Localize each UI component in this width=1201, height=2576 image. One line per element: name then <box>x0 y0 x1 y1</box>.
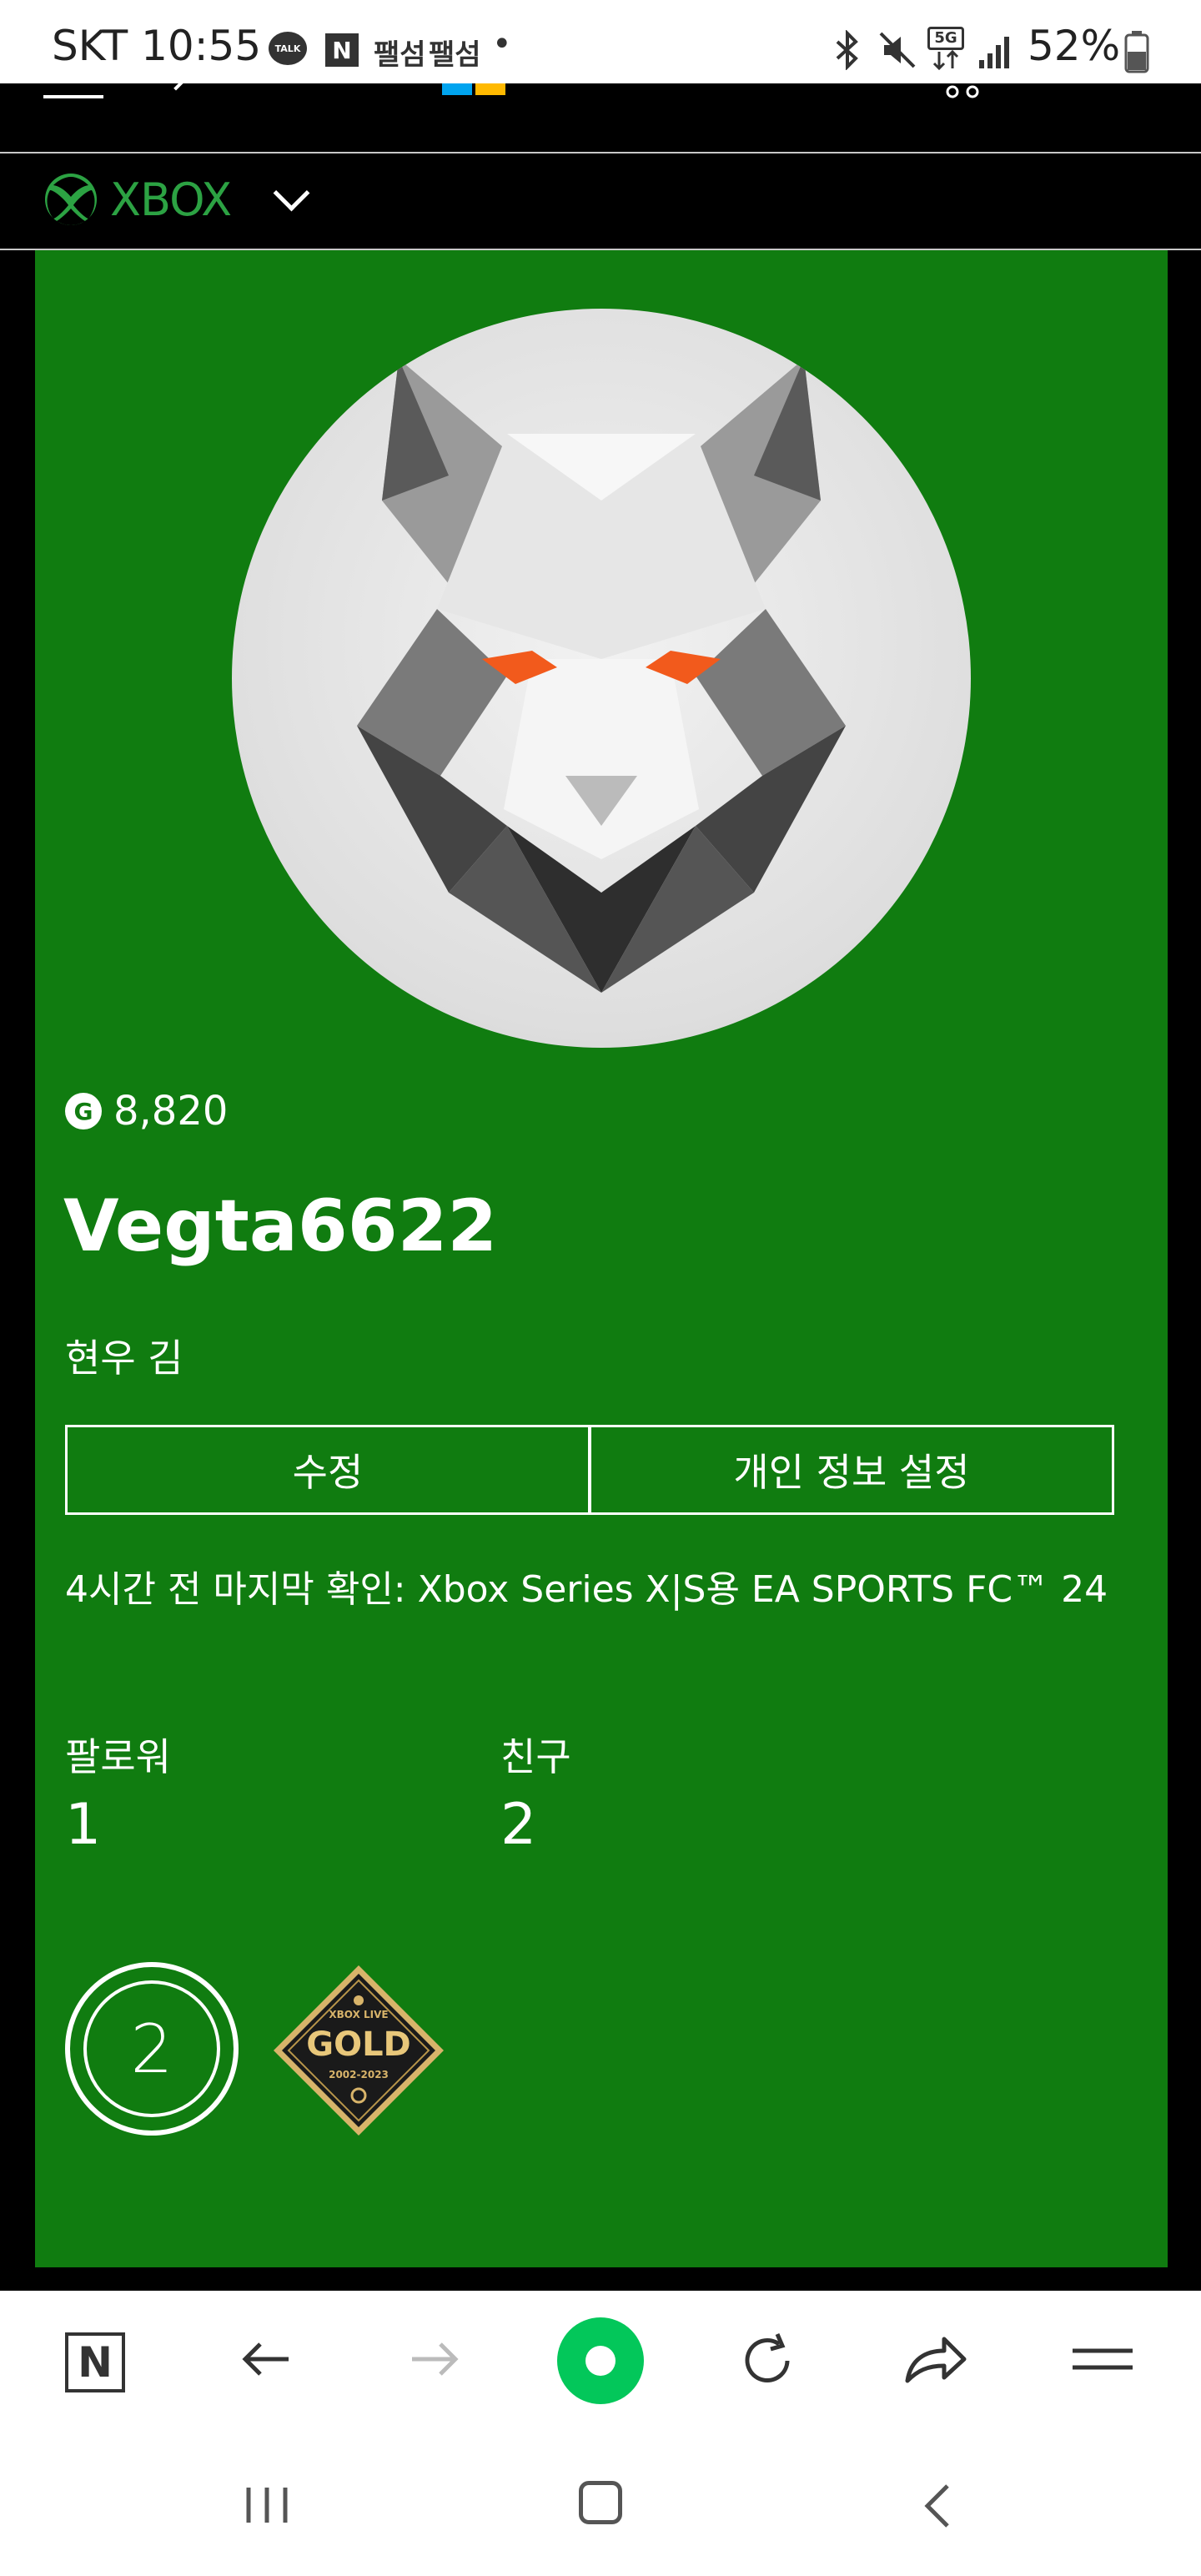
gamertag: Vegta6622 <box>63 1185 498 1268</box>
friends-count[interactable]: 2 <box>500 1792 536 1858</box>
gamerscore-icon: G <box>65 1093 102 1130</box>
browser-toolbar: N <box>0 2291 1201 2433</box>
xbox-logo-icon[interactable] <box>43 172 98 230</box>
chevron-down-icon[interactable] <box>273 174 310 212</box>
gold-badge-top-text: XBOX LIVE <box>329 2009 389 2020</box>
avatar[interactable] <box>232 309 971 1048</box>
hamburger-menu-icon[interactable] <box>43 83 103 98</box>
kakaotalk-notification-icon: TALK <box>269 32 307 65</box>
carrier-time: SKT 10:55 <box>52 22 262 70</box>
battery-percent: 52% <box>1028 22 1121 70</box>
wolf-avatar-icon <box>357 359 846 993</box>
xbox-nav-bar: XBOX <box>0 152 1201 250</box>
battery-icon <box>1124 30 1149 77</box>
last-seen-status: 4시간 전 마지막 확인: Xbox Series X|S용 EA SPORTS… <box>65 1568 1108 1611</box>
followers-count[interactable]: 1 <box>65 1792 101 1858</box>
cart-icon[interactable] <box>936 83 986 103</box>
gamerscore-value: 8,820 <box>113 1088 229 1135</box>
forward-arrow-icon[interactable] <box>404 2329 464 2392</box>
more-notifications-dot: • <box>492 25 512 63</box>
mute-icon <box>877 30 917 73</box>
chevron-right-icon[interactable] <box>163 83 189 91</box>
microsoft-logo-icon <box>442 83 509 100</box>
app-notification-icon: 팰섬 <box>429 38 481 72</box>
microsoft-header <box>0 83 1201 148</box>
edit-profile-button[interactable]: 수정 <box>65 1425 590 1515</box>
signal-icon <box>977 33 1014 73</box>
bluetooth-icon <box>831 29 864 73</box>
real-name: 현우 김 <box>65 1336 183 1381</box>
gold-badge-main-text: GOLD <box>306 2025 411 2064</box>
profile-card: G 8,820 Vegta6622 현우 김 수정 개인 정보 설정 4시간 전… <box>35 250 1168 2267</box>
status-bar: SKT 10:55 TALK N 팰섬 팰섬 • 5G 52% <box>0 0 1201 83</box>
naver-green-dot-button[interactable] <box>557 2317 644 2404</box>
naver-home-icon[interactable]: N <box>65 2332 125 2392</box>
back-nav-icon[interactable] <box>921 2483 954 2533</box>
xbox-brand-text[interactable]: XBOX <box>110 174 232 226</box>
level-number: 2 <box>83 1980 220 2117</box>
naver-notification-icon: N <box>325 33 359 67</box>
share-icon[interactable] <box>902 2329 969 2392</box>
green-dot-icon <box>585 2346 616 2376</box>
refresh-icon[interactable] <box>736 2329 799 2396</box>
friends-label[interactable]: 친구 <box>500 1727 571 1782</box>
app-notification-icon: 팰섬 <box>374 38 426 72</box>
recent-apps-icon[interactable] <box>242 2484 292 2529</box>
xbox-live-gold-badge[interactable]: XBOX LIVE GOLD 2002-2023 <box>270 1962 447 2139</box>
privacy-settings-button[interactable]: 개인 정보 설정 <box>589 1425 1114 1515</box>
menu-icon[interactable] <box>1069 2341 1136 2381</box>
followers-label[interactable]: 팔로워 <box>65 1727 171 1782</box>
network-5g-icon: 5G <box>927 27 964 72</box>
back-arrow-icon[interactable] <box>237 2329 297 2392</box>
android-nav-bar <box>0 2433 1201 2576</box>
level-badge[interactable]: 2 <box>65 1962 239 2136</box>
gold-badge-years-text: 2002-2023 <box>329 2069 389 2080</box>
home-icon[interactable] <box>579 2481 622 2524</box>
